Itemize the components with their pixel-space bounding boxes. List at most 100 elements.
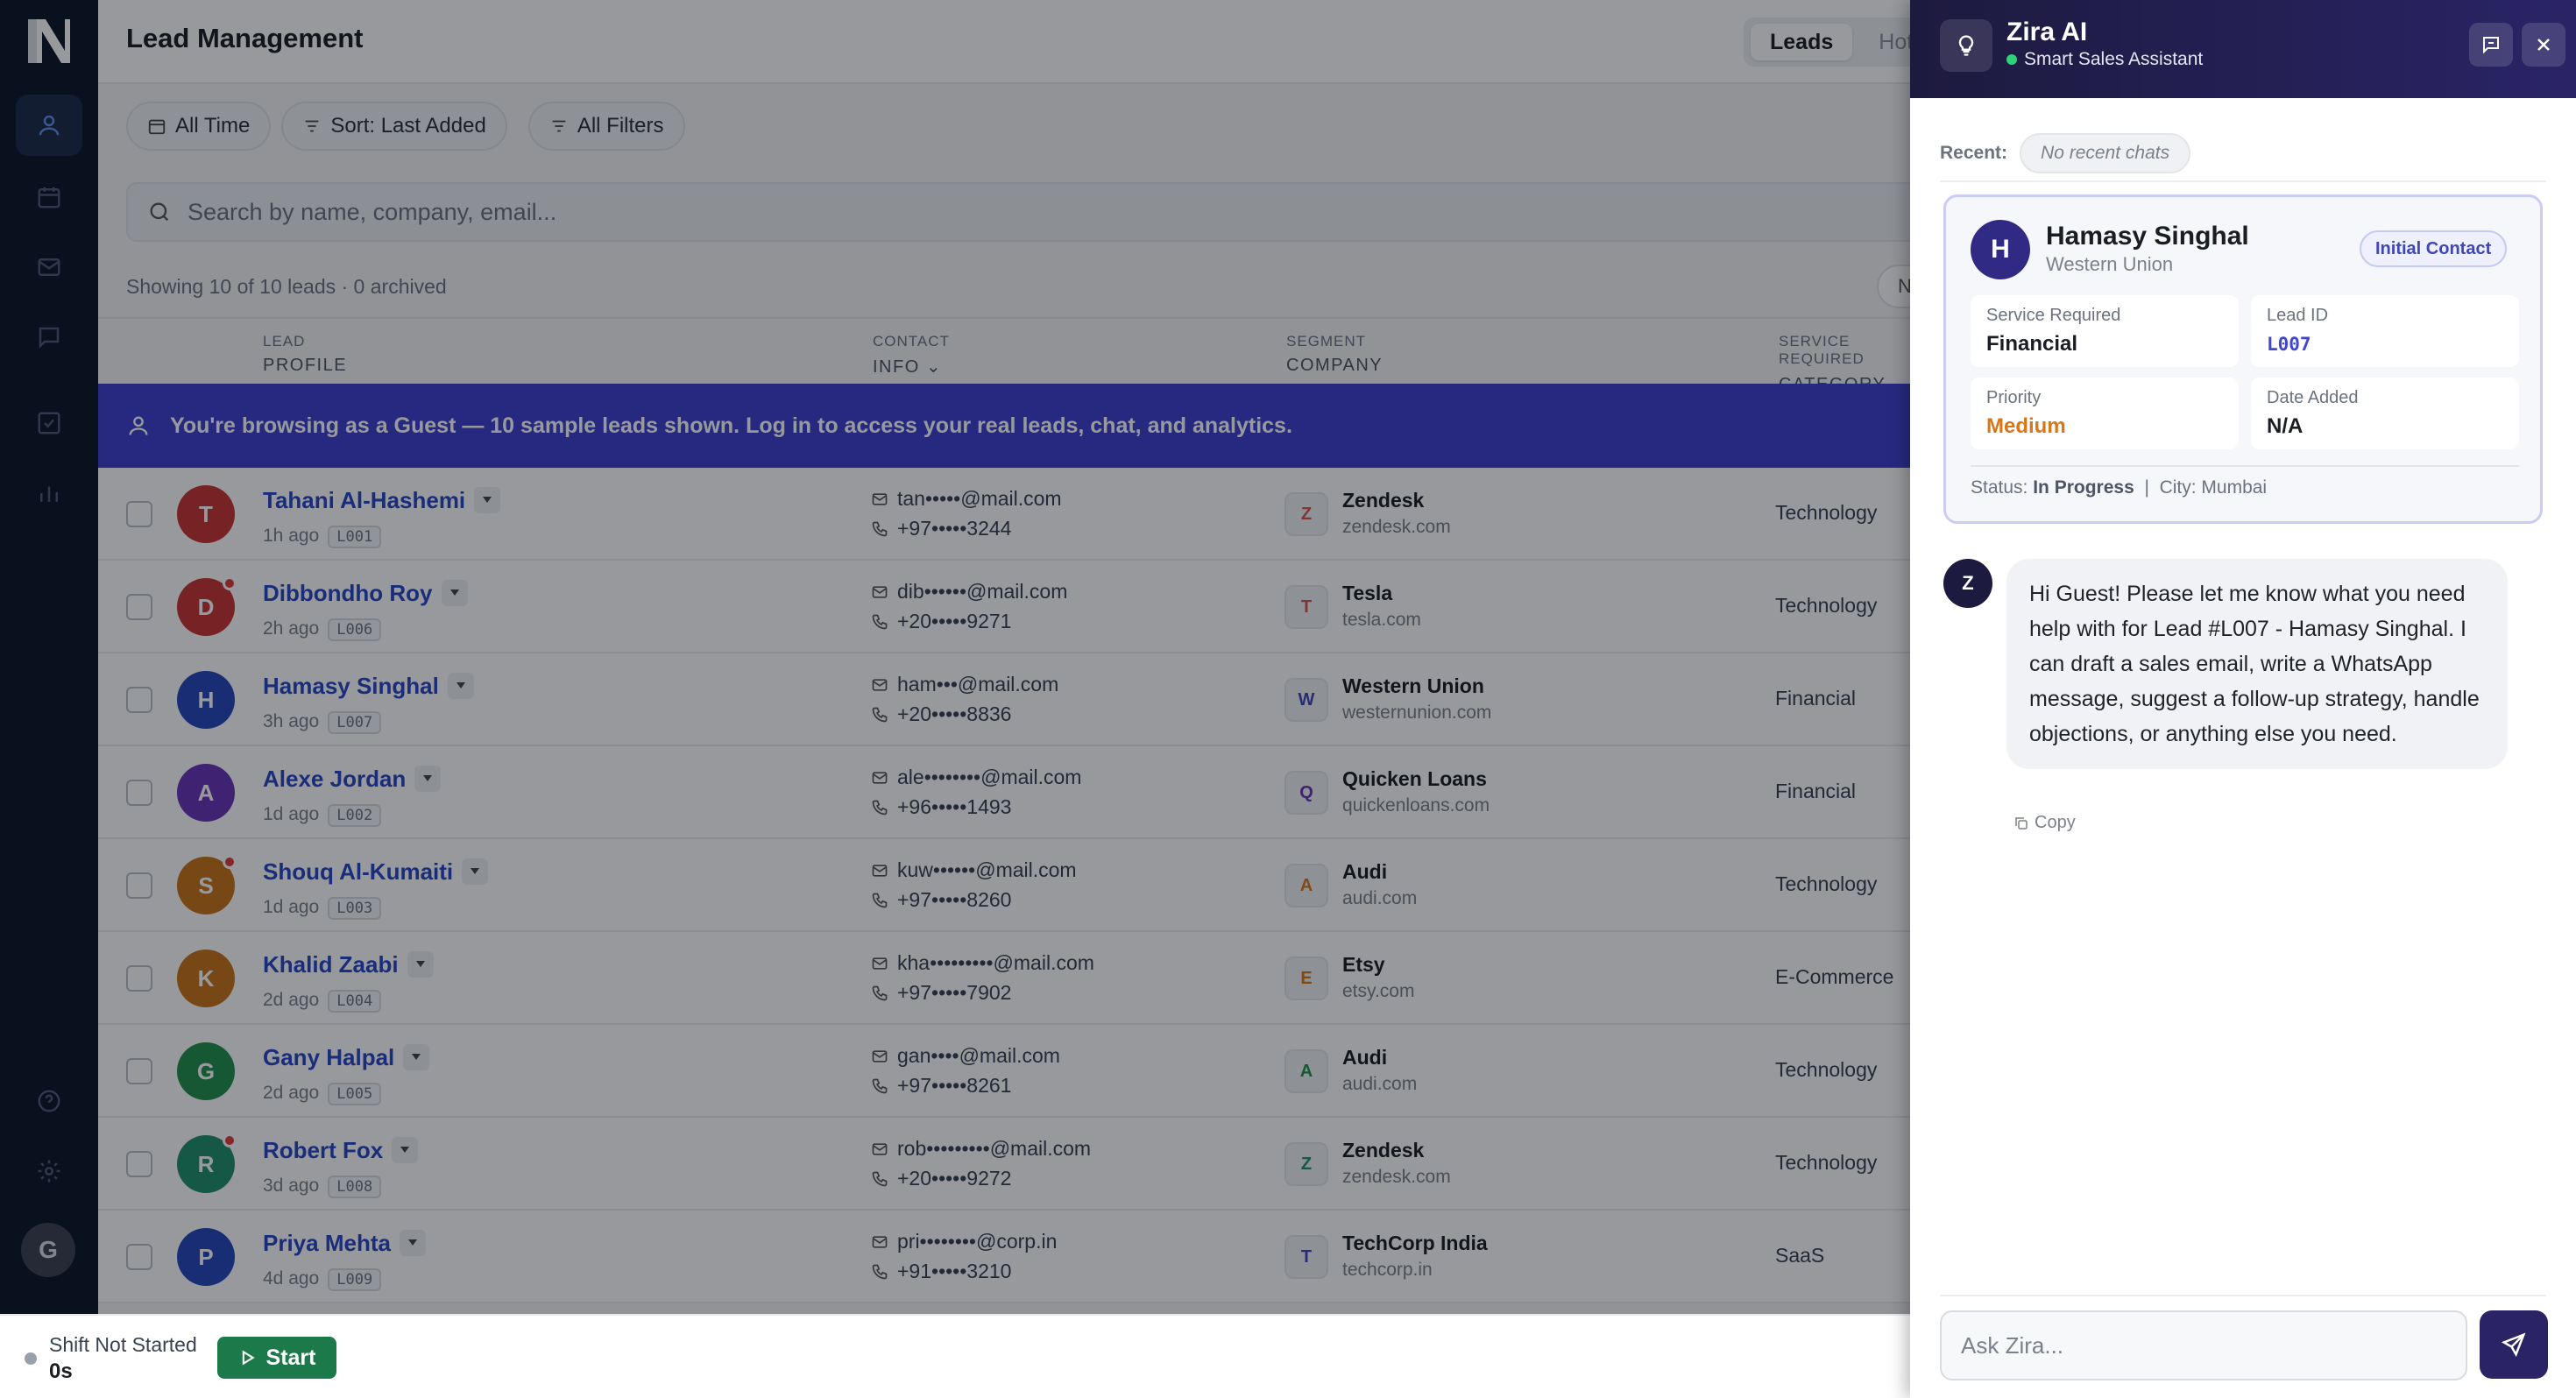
company-name: Western Union	[1342, 674, 1484, 697]
company-name: Tesla	[1342, 582, 1393, 604]
lead-meta: 3h ago L007	[263, 711, 382, 734]
lead-id-badge: L007	[328, 711, 382, 734]
nav-tasks[interactable]	[16, 392, 82, 454]
table-row[interactable]: K Khalid Zaabi 2d ago L004 kha•••••••••@mail…	[98, 932, 1910, 1025]
copy-icon	[2015, 816, 2028, 830]
unread-dot	[223, 1133, 237, 1147]
row-checkbox[interactable]	[126, 780, 152, 806]
ask-zira-input[interactable]	[1961, 1331, 2452, 1359]
lead-phone: +20•••••9272	[871, 1167, 1011, 1190]
new-chat-button[interactable]	[2469, 23, 2513, 67]
pager-button[interactable]: N	[1877, 265, 1910, 308]
tab-hot[interactable]: Hot	[1859, 24, 1910, 60]
lead-id-badge: L001	[328, 526, 382, 548]
lead-phone: +97•••••8260	[871, 888, 1011, 912]
chevron-down-icon[interactable]	[392, 1137, 419, 1164]
status-label: Status:	[1971, 477, 2028, 498]
sort-label: Sort: Last Added	[330, 114, 486, 138]
close-panel-button[interactable]	[2522, 23, 2565, 67]
table-row[interactable]: A Alexe Jordan 1d ago L002 ale••••••••@mail.…	[98, 746, 1910, 839]
chevron-down-icon[interactable]	[399, 1230, 426, 1257]
priority-label: Priority	[1986, 388, 2042, 407]
company-domain: audi.com	[1342, 1074, 1418, 1094]
column-lead-small: LEAD	[263, 333, 306, 350]
mail-icon	[872, 864, 888, 877]
lead-avatar: H	[1971, 220, 2030, 279]
zira-message-avatar: Z	[1943, 559, 1992, 608]
row-checkbox[interactable]	[126, 872, 152, 899]
chevron-down-icon[interactable]	[407, 951, 434, 978]
column-lead[interactable]: LEAD PROFILE	[263, 333, 347, 376]
all-filters-button[interactable]: All Filters	[527, 102, 685, 151]
chevron-down-icon[interactable]	[403, 1044, 430, 1071]
gear-icon	[38, 1160, 60, 1183]
table-row[interactable]: S Shouq Al-Kumaiti 1d ago L003 kuw••••••@mai…	[98, 839, 1910, 932]
company-logo: W	[1284, 678, 1328, 722]
chevron-down-icon[interactable]	[462, 858, 489, 886]
lead-name-link[interactable]: Priya Mehta	[263, 1230, 391, 1256]
phone-icon	[872, 614, 888, 629]
lead-phone-text: +97•••••3244	[897, 517, 1012, 540]
row-checkbox[interactable]	[126, 594, 152, 620]
mail-icon	[872, 1049, 888, 1063]
chevron-down-icon[interactable]	[414, 766, 442, 793]
lead-name-link[interactable]: Dibbondho Roy	[263, 580, 433, 606]
play-icon	[242, 1350, 255, 1366]
time-filter-button[interactable]: All Time	[126, 102, 272, 151]
row-checkbox[interactable]	[126, 965, 152, 992]
table-row[interactable]: R Robert Fox 3d ago L008 rob•••••••••@mail.c…	[98, 1118, 1910, 1211]
lead-name-link[interactable]: Shouq Al-Kumaiti	[263, 858, 453, 885]
nav-analytics[interactable]	[16, 462, 82, 524]
company-logo: Z	[1284, 492, 1328, 536]
nav-settings[interactable]	[16, 1140, 82, 1202]
table-row[interactable]: G Gany Halpal 2d ago L005 gan••••@mail.com +9…	[98, 1025, 1910, 1118]
service-category: Technology	[1775, 872, 1878, 895]
column-segment[interactable]: SEGMENT COMPANY	[1286, 333, 1383, 376]
nav-mail[interactable]	[16, 237, 82, 298]
sort-button[interactable]: Sort: Last Added	[281, 102, 507, 151]
start-shift-button[interactable]: Start	[217, 1337, 336, 1379]
chevron-down-icon[interactable]	[447, 673, 474, 700]
nav-help[interactable]	[16, 1070, 82, 1132]
date-added-label: Date Added	[2267, 388, 2359, 407]
row-checkbox[interactable]	[126, 1151, 152, 1177]
company-domain: audi.com	[1342, 888, 1418, 908]
company-logo: T	[1284, 1235, 1328, 1279]
nav-calendar[interactable]	[16, 166, 82, 228]
user-avatar[interactable]: G	[21, 1223, 75, 1277]
sort-icon	[306, 120, 319, 132]
copy-message-button[interactable]: Copy	[2013, 813, 2076, 833]
lead-name-link[interactable]: Hamasy Singhal	[263, 673, 439, 699]
service-category: Financial	[1775, 780, 1857, 802]
table-row[interactable]: P Priya Mehta 4d ago L009 pri••••••••@corp.i…	[98, 1211, 1910, 1303]
start-shift-label: Start	[265, 1345, 316, 1370]
calendar-icon	[38, 187, 60, 208]
recent-chats: Recent: No recent chats	[1940, 133, 2191, 173]
row-checkbox[interactable]	[126, 687, 152, 713]
send-button[interactable]	[2480, 1310, 2548, 1379]
lead-name-link[interactable]: Khalid Zaabi	[263, 951, 399, 978]
table-row[interactable]: H Hamasy Singhal 3h ago L007 ham•••@mail.com…	[98, 653, 1910, 746]
row-checkbox[interactable]	[126, 1244, 152, 1270]
search-input[interactable]	[188, 198, 1502, 226]
chevron-down-icon[interactable]	[441, 580, 468, 607]
mail-icon	[872, 492, 888, 505]
lead-name-link[interactable]: Robert Fox	[263, 1137, 383, 1163]
tab-leads[interactable]: Leads	[1751, 24, 1853, 60]
chevron-down-icon[interactable]	[474, 487, 501, 514]
column-contact[interactable]: CONTACT INFO ⌄	[873, 333, 950, 378]
table-row[interactable]: D Dibbondho Roy 2h ago L006 dib••••••@mail.c…	[98, 561, 1910, 653]
company-name: Quicken Loans	[1342, 767, 1487, 790]
row-checkbox[interactable]	[126, 501, 152, 527]
app-logo[interactable]	[25, 16, 74, 67]
nav-leads[interactable]	[16, 95, 82, 156]
row-checkbox[interactable]	[126, 1058, 152, 1084]
nav-chat[interactable]	[16, 307, 82, 368]
lead-name-link[interactable]: Tahani Al-Hashemi	[263, 487, 465, 513]
page-title: Lead Management	[126, 23, 364, 53]
lead-name: Hamasy Singhal	[2046, 222, 2249, 251]
lead-name-link[interactable]: Gany Halpal	[263, 1044, 394, 1070]
table-row[interactable]: T Tahani Al-Hashemi 1h ago L001 tan•••••@mai…	[98, 468, 1910, 561]
lead-name-link[interactable]: Alexe Jordan	[263, 766, 406, 792]
column-service-small: SERVICE REQUIRED	[1779, 333, 1865, 367]
